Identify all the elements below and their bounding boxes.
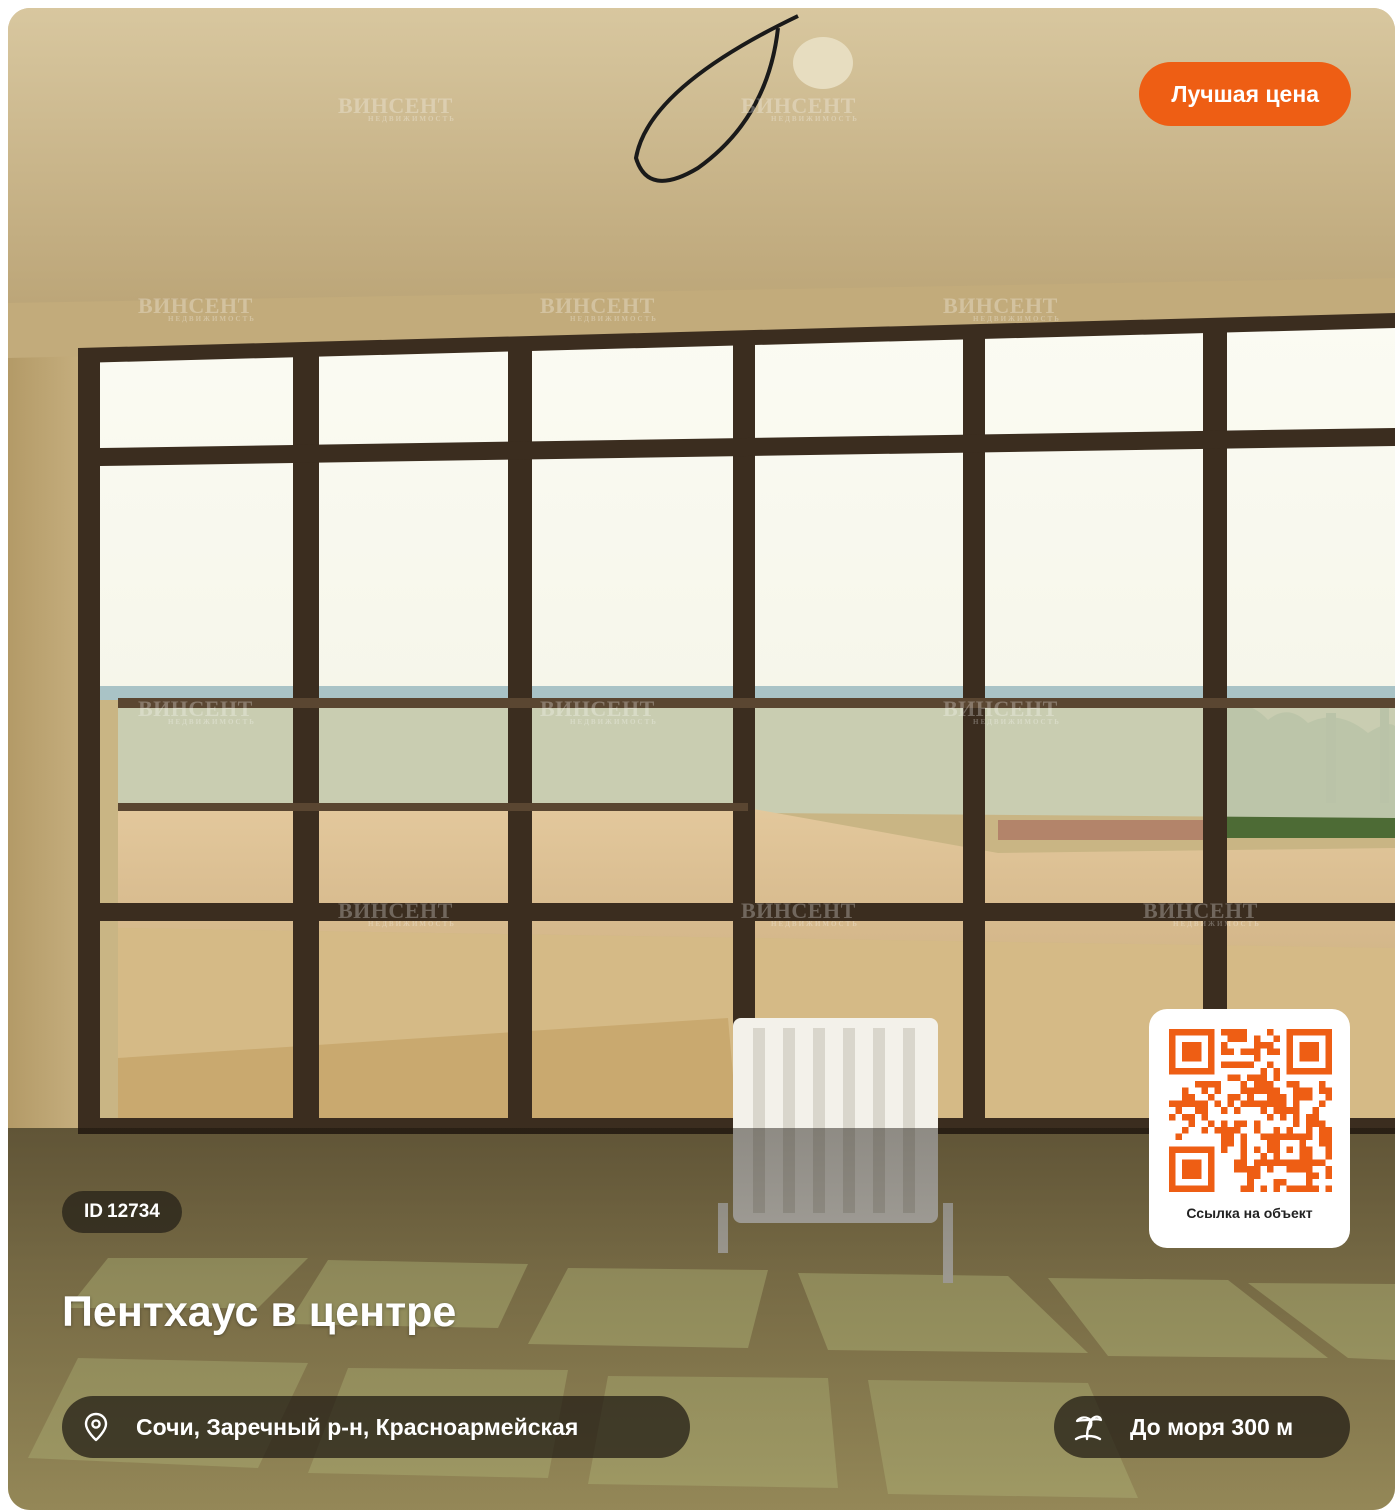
address-pill: Сочи, Заречный р-н, Красноармейская xyxy=(62,1396,690,1458)
sea-distance-pill: До моря 300 м xyxy=(1054,1396,1350,1458)
address-text: Сочи, Заречный р-н, Красноармейская xyxy=(136,1414,579,1440)
qr-link-label[interactable]: Ссылка на объект xyxy=(1149,1205,1350,1221)
sea-distance-text: До моря 300 м xyxy=(1130,1414,1294,1440)
listing-id-badge: ID 12734 xyxy=(62,1191,182,1233)
palm-beach-icon xyxy=(1074,1415,1103,1441)
listing-id-prefix: ID xyxy=(84,1201,103,1222)
listing-card[interactable]: ВИНСЕНТ НЕДВИЖИМОСТЬ ВИНСЕНТ НЕДВИЖИМОСТ… xyxy=(8,8,1395,1510)
map-pin-icon xyxy=(84,1412,108,1442)
qr-code-icon[interactable] xyxy=(1169,1029,1332,1192)
qr-link-card[interactable]: Ссылка на объект xyxy=(1149,1009,1350,1248)
best-price-badge: Лучшая цена xyxy=(1139,62,1351,126)
listing-title: Пентхаус в центре xyxy=(62,1288,457,1336)
listing-id-value: 12734 xyxy=(107,1201,160,1222)
